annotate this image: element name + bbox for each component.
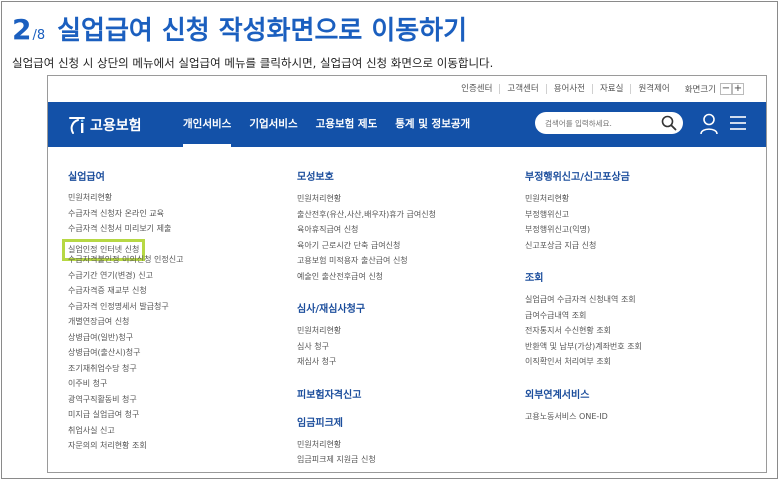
menu-link[interactable]: 민원처리현황 <box>297 323 436 339</box>
menu-link[interactable]: 부정행위신고 <box>525 207 642 223</box>
search-input[interactable] <box>535 118 653 128</box>
menu-link[interactable]: 수급자격 신청서 미리보기 제출 <box>68 221 184 237</box>
menu-link[interactable]: 임금피크제 지원금 신청 <box>297 452 436 468</box>
menu-link[interactable]: 실업급여 수급자격 신청내역 조회 <box>525 292 642 308</box>
menu-link[interactable]: 재심사 청구 <box>297 354 436 370</box>
menu-link[interactable]: 반환액 및 납부(가상)계좌번호 조회 <box>525 339 642 355</box>
menu-link[interactable]: 부정행위신고(익명) <box>525 222 642 238</box>
maternity-items: 민원처리현황 출산전후(유산,사산,배우자)휴가 급여신청 육아휴직급여 신청 … <box>297 191 436 284</box>
wage-peak-items: 민원처리현황 임금피크제 지원금 신청 <box>297 437 436 468</box>
menu-link[interactable]: 이주비 청구 <box>68 376 184 392</box>
menu-link[interactable]: 수급기간 연기(변경) 신고 <box>68 268 184 284</box>
step-title: 2 /8 실업급여 신청 작성화면으로 이동하기 <box>12 10 467 50</box>
page-title: 실업급여 신청 작성화면으로 이동하기 <box>57 16 468 46</box>
step-total: /8 <box>32 28 46 43</box>
step-number: 2 <box>12 13 32 46</box>
ei-logo-icon <box>66 114 88 136</box>
guide-frame: 2 /8 실업급여 신청 작성화면으로 이동하기 실업급여 신청 시 상단의 메… <box>1 1 778 479</box>
menu-link[interactable]: 상병급여(출산시)청구 <box>68 345 184 361</box>
menu-link[interactable]: 수급자격불인정 이의신청 인정신고 <box>68 252 184 268</box>
mega-col-fraud: 부정행위신고/신고포상금 민원처리현황 부정행위신고 부정행위신고(익명) 신고… <box>525 168 642 424</box>
menu-link[interactable]: 개별연장급여 신청 <box>68 314 184 330</box>
menu-insurance-system[interactable]: 고용보험 제도 <box>307 102 387 147</box>
menu-link[interactable]: 예술인 출산전후급여 신청 <box>297 269 436 285</box>
logo-text: 고용보험 <box>90 117 142 134</box>
menu-company-service[interactable]: 기업서비스 <box>240 102 306 147</box>
menu-link[interactable]: 전자통지서 수신현황 조회 <box>525 323 642 339</box>
menu-link[interactable]: 민원처리현황 <box>68 190 184 206</box>
category-unemployment-benefit[interactable]: 실업급여 <box>68 168 184 186</box>
menu-link[interactable]: 고용노동서비스 ONE-ID <box>525 409 642 425</box>
util-link-cert[interactable]: 인증센터 <box>454 84 499 94</box>
main-navbar: 고용보험 개인서비스 기업서비스 고용보험 제도 통계 및 정보공개 <box>48 102 766 147</box>
mega-menu-panel: 실업급여 민원처리현황 수급자격 신청자 온라인 교육 수급자격 신청서 미리보… <box>48 147 766 472</box>
zoom-label: 화면크기 <box>684 85 716 95</box>
menu-link[interactable]: 수급자격 인정명세서 발급청구 <box>68 299 184 315</box>
menu-statistics[interactable]: 통계 및 정보공개 <box>386 102 479 147</box>
menu-link[interactable]: 고용보험 미적용자 출산급여 신청 <box>297 253 436 269</box>
zoom-out-button[interactable]: − <box>720 83 732 95</box>
category-maternity[interactable]: 모성보호 <box>297 168 436 186</box>
menu-link[interactable]: 상병급여(일반)청구 <box>68 330 184 346</box>
category-insured-report[interactable]: 피보험자격신고 <box>297 386 436 404</box>
menu-link[interactable]: 이직확인서 처리여부 조회 <box>525 354 642 370</box>
gnb-menu: 개인서비스 기업서비스 고용보험 제도 통계 및 정보공개 <box>174 102 479 147</box>
menu-link[interactable]: 육아기 근로시간 단축 급여신청 <box>297 238 436 254</box>
menu-link[interactable]: 취업사실 신고 <box>68 423 184 439</box>
menu-link[interactable]: 미지급 실업급여 청구 <box>68 407 184 423</box>
util-link-remote[interactable]: 원격제어 <box>630 84 676 94</box>
menu-link[interactable]: 신고포상금 지급 신청 <box>525 238 642 254</box>
menu-link[interactable]: 민원처리현황 <box>525 191 642 207</box>
menu-link[interactable]: 급여수급내역 조회 <box>525 308 642 324</box>
zoom-in-button[interactable]: + <box>732 83 744 95</box>
appeal-items: 민원처리현황 심사 청구 재심사 청구 <box>297 323 436 370</box>
menu-link[interactable]: 자문의의 처리현황 조회 <box>68 438 184 454</box>
unemployment-items: 민원처리현황 수급자격 신청자 온라인 교육 수급자격 신청서 미리보기 제출 … <box>61 190 184 454</box>
hamburger-menu-icon[interactable] <box>729 115 747 131</box>
zoom-control: 화면크기 − + <box>681 83 744 95</box>
menu-link[interactable]: 조기재취업수당 청구 <box>68 361 184 377</box>
menu-link[interactable]: 민원처리현황 <box>297 191 436 207</box>
menu-link[interactable]: 육아휴직급여 신청 <box>297 222 436 238</box>
category-fraud-report[interactable]: 부정행위신고/신고포상금 <box>525 168 642 186</box>
menu-personal-service[interactable]: 개인서비스 <box>174 102 240 147</box>
category-external-service[interactable]: 외부연계서비스 <box>525 386 642 404</box>
external-items: 고용노동서비스 ONE-ID <box>525 409 642 425</box>
category-wage-peak[interactable]: 임금피크제 <box>297 414 436 432</box>
menu-link[interactable]: 수급자격 신청자 온라인 교육 <box>68 206 184 222</box>
util-link-library[interactable]: 자료실 <box>591 84 630 94</box>
category-inquiry[interactable]: 조회 <box>525 269 642 287</box>
menu-link[interactable]: 출산전후(유산,사산,배우자)휴가 급여신청 <box>297 207 436 223</box>
menu-link[interactable]: 심사 청구 <box>297 339 436 355</box>
mega-col-maternity: 모성보호 민원처리현황 출산전후(유산,사산,배우자)휴가 급여신청 육아휴직급… <box>297 168 436 468</box>
page-description: 실업급여 신청 시 상단의 메뉴에서 실업급여 메뉴를 클릭하시면, 실업급여 … <box>12 56 494 70</box>
util-link-customer[interactable]: 고객센터 <box>499 84 545 94</box>
fraud-items: 민원처리현황 부정행위신고 부정행위신고(익명) 신고포상금 지급 신청 <box>525 191 642 253</box>
mega-col-unemployment: 실업급여 민원처리현황 수급자격 신청자 온라인 교육 수급자격 신청서 미리보… <box>61 168 184 454</box>
user-icon[interactable] <box>699 113 719 135</box>
menu-link[interactable]: 민원처리현황 <box>297 437 436 453</box>
category-appeal[interactable]: 심사/재심사청구 <box>297 300 436 318</box>
search-icon[interactable] <box>661 115 677 131</box>
site-logo[interactable]: 고용보험 <box>66 114 174 136</box>
menu-link[interactable]: 광역구직활동비 청구 <box>68 392 184 408</box>
menu-link[interactable]: 수급자격증 재교부 신청 <box>68 283 184 299</box>
inquiry-items: 실업급여 수급자격 신청내역 조회 급여수급내역 조회 전자통지서 수신현황 조… <box>525 292 642 370</box>
website-screenshot: 인증센터 고객센터 용어사전 자료실 원격제어 화면크기 − + 고용보험 개인… <box>47 75 767 473</box>
utility-bar: 인증센터 고객센터 용어사전 자료실 원격제어 화면크기 − + <box>48 76 766 102</box>
util-link-glossary[interactable]: 용어사전 <box>545 84 592 94</box>
search-box <box>535 112 683 134</box>
